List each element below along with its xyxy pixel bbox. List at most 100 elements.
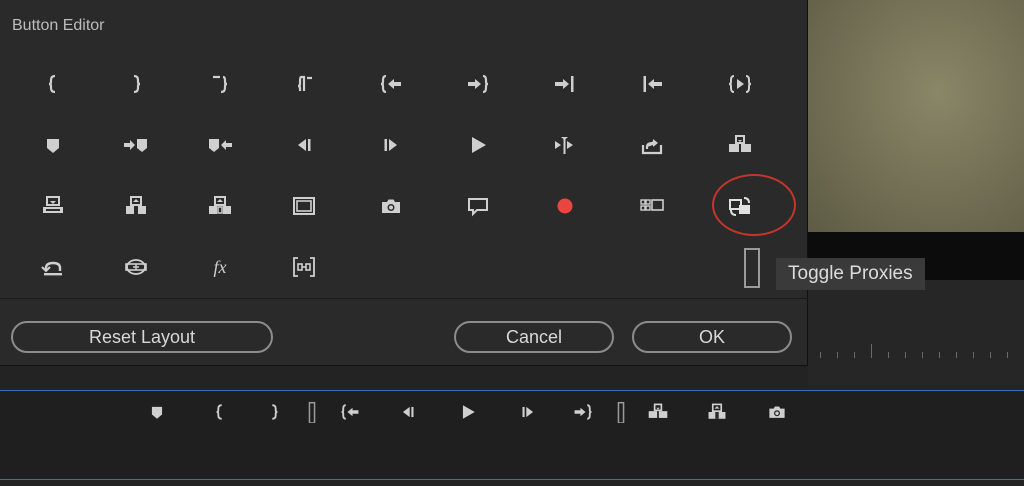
play-icon <box>462 405 475 419</box>
button-editor-record-button[interactable] <box>535 181 595 231</box>
camera-icon <box>382 199 400 213</box>
transport-insert-button[interactable] <box>644 398 672 426</box>
multi-camera-icon <box>640 199 664 211</box>
vr-video-icon <box>125 259 147 275</box>
go-to-out-point-icon <box>468 74 489 94</box>
spacer-icon <box>308 401 316 423</box>
transport-step-back-button[interactable] <box>394 398 422 426</box>
button-editor-add-marker-button[interactable] <box>23 120 83 170</box>
trim-icon <box>293 257 315 277</box>
button-editor-mark-clip-button[interactable] <box>190 59 250 109</box>
button-editor-play-in-to-out-button[interactable] <box>710 59 770 109</box>
button-editor-loop-button[interactable] <box>23 242 83 292</box>
button-editor-go-to-out-point-button[interactable] <box>448 59 508 109</box>
dialog-separator <box>0 298 808 299</box>
button-editor-go-to-previous-edit-button[interactable] <box>622 59 682 109</box>
ruler-tick <box>820 352 821 358</box>
overwrite-icon <box>708 403 726 419</box>
go-to-in-icon <box>297 75 312 91</box>
button-editor-step-forward-button[interactable] <box>361 120 421 170</box>
step-forward-icon <box>522 406 534 418</box>
ruler-tick <box>973 352 974 358</box>
add-marker-icon <box>47 139 59 153</box>
ruler-tick <box>905 352 906 358</box>
transport-bottom-border <box>0 479 1024 480</box>
go-to-next-edit-icon <box>555 76 574 92</box>
mark-out-icon <box>133 74 141 94</box>
button-editor-mark-in-button[interactable] <box>23 59 83 109</box>
loop-icon <box>41 261 62 276</box>
play-around-icon <box>555 137 573 154</box>
transport-play-button[interactable] <box>454 398 482 426</box>
spacer-icon <box>617 401 625 423</box>
button-editor-insert-button[interactable] <box>710 120 770 170</box>
button-editor-overwrite-button[interactable] <box>106 181 166 231</box>
button-editor-fx-button[interactable]: fx <box>190 242 250 292</box>
svg-text:fx: fx <box>214 257 227 277</box>
transport-step-forward-button[interactable] <box>514 398 542 426</box>
transport-spacer-button <box>298 398 326 426</box>
button-editor-go-to-next-edit-button[interactable] <box>535 59 595 109</box>
transport-mark-in-button[interactable] <box>206 398 234 426</box>
button-editor-trim-button[interactable] <box>274 242 334 292</box>
mark-in-icon <box>48 74 56 94</box>
transport-spacer-button <box>607 398 635 426</box>
ruler-tick <box>922 352 923 358</box>
button-editor-play-button[interactable] <box>448 120 508 170</box>
play-icon <box>472 137 486 153</box>
ruler-tick <box>1007 352 1008 358</box>
fx-icon: fx <box>214 257 227 277</box>
button-editor-go-to-previous-marker-button[interactable] <box>190 120 250 170</box>
ok-button[interactable]: OK <box>632 321 792 353</box>
timecode-ruler[interactable] <box>820 340 1024 360</box>
ruler-tick <box>939 352 940 358</box>
button-editor-safe-margins-button[interactable] <box>274 181 334 231</box>
button-drop-slot[interactable] <box>744 248 760 288</box>
transport-add-marker-button[interactable] <box>143 398 171 426</box>
button-editor-lift-button[interactable] <box>23 181 83 231</box>
extract-icon <box>209 196 231 214</box>
button-editor-mark-out-button[interactable] <box>106 59 166 109</box>
step-back-icon <box>298 139 311 151</box>
ruler-tick <box>888 352 889 358</box>
button-editor-multi-camera-button[interactable] <box>622 181 682 231</box>
transport-overwrite-button[interactable] <box>703 398 731 426</box>
export-icon <box>641 139 663 155</box>
dialog-title: Button Editor <box>12 17 105 34</box>
button-editor-step-back-button[interactable] <box>274 120 334 170</box>
transport-camera-button[interactable] <box>763 398 791 426</box>
add-marker-icon <box>151 406 163 419</box>
mark-in-icon <box>216 404 222 420</box>
ruler-tick <box>956 352 957 358</box>
button-editor-vr-video-button[interactable] <box>106 242 166 292</box>
button-editor-go-to-in-button[interactable] <box>274 59 334 109</box>
button-editor-comment-button[interactable] <box>448 181 508 231</box>
transport-go-to-out-point-button[interactable] <box>569 398 597 426</box>
button-editor-extract-button[interactable] <box>190 181 250 231</box>
button-editor-play-around-button[interactable] <box>535 120 595 170</box>
record-icon <box>557 198 573 214</box>
comment-icon <box>468 198 488 217</box>
mark-clip-icon <box>213 75 228 94</box>
tooltip: Toggle Proxies <box>776 258 925 290</box>
button-editor-go-to-next-marker-button[interactable] <box>106 120 166 170</box>
ruler-tick <box>990 352 991 358</box>
button-editor-go-to-in-point-button[interactable] <box>361 59 421 109</box>
lift-icon <box>43 196 63 213</box>
safe-margins-icon <box>293 197 315 215</box>
ruler-tick <box>837 352 838 358</box>
go-to-in-point-icon <box>341 404 359 420</box>
transport-mark-out-button[interactable] <box>260 398 288 426</box>
ruler-tick <box>871 344 872 358</box>
insert-icon <box>648 403 668 418</box>
play-in-to-out-icon <box>728 75 752 93</box>
highlight-annotation <box>712 174 796 236</box>
button-editor-camera-button[interactable] <box>361 181 421 231</box>
overwrite-icon <box>126 196 146 214</box>
transport-go-to-in-point-button[interactable] <box>336 398 364 426</box>
button-editor-export-button[interactable] <box>622 120 682 170</box>
ruler-tick <box>854 352 855 358</box>
go-to-previous-edit-icon <box>643 76 662 92</box>
reset-layout-button[interactable]: Reset Layout <box>11 321 273 353</box>
cancel-button[interactable]: Cancel <box>454 321 614 353</box>
